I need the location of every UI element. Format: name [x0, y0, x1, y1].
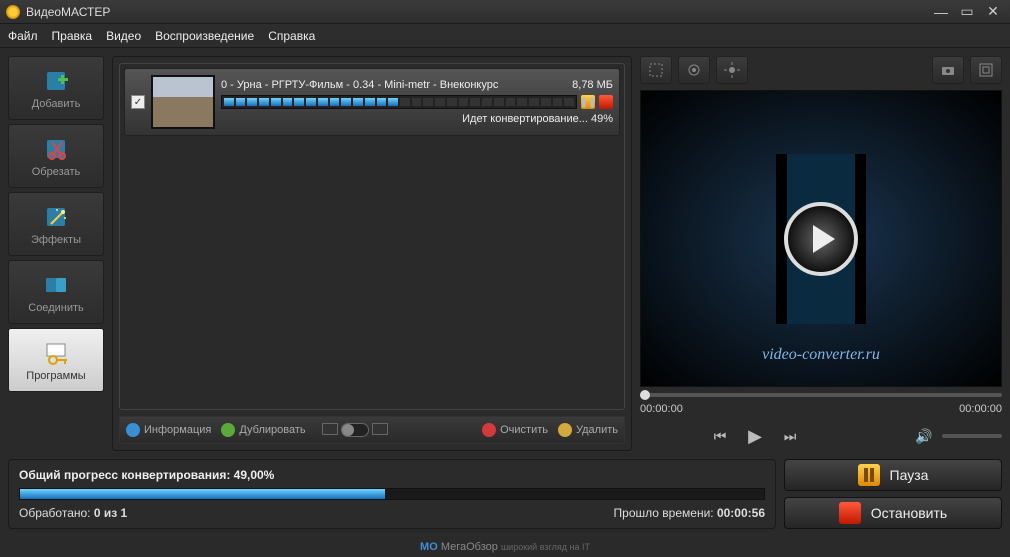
- preview-toolbar: [640, 56, 1002, 84]
- bottom-area: Общий прогресс конвертирования: 49,00% О…: [0, 459, 1010, 537]
- list-toolbar: Информация Дублировать Очистить Удалить: [119, 416, 625, 444]
- volume-slider[interactable]: [942, 434, 1002, 438]
- settings-button[interactable]: [678, 56, 710, 84]
- menubar: Файл Правка Видео Воспроизведение Справк…: [0, 24, 1010, 48]
- footer-brand: МегаОбзор: [441, 541, 498, 553]
- item-status: Идет конвертирование... 49%: [221, 113, 613, 125]
- processed-text: Обработано: 0 из 1: [19, 506, 127, 520]
- snapshot-button[interactable]: [932, 56, 964, 84]
- stop-icon: [839, 502, 861, 524]
- menu-video[interactable]: Видео: [106, 29, 141, 43]
- volume-icon[interactable]: 🔊: [912, 424, 936, 448]
- seek-row: [640, 393, 1002, 397]
- play-circle-icon: [784, 202, 858, 276]
- filmstrip-icon: [776, 154, 866, 324]
- add-icon: [42, 67, 70, 95]
- item-thumbnail: [151, 75, 215, 129]
- elapsed-text: Прошло времени: 00:00:56: [614, 506, 765, 520]
- item-progress-bar: [221, 95, 577, 109]
- sidebar-effects[interactable]: Эффекты: [8, 192, 104, 256]
- footer-brand-prefix: MO: [420, 541, 438, 553]
- overall-progress-bar: [19, 488, 765, 500]
- stop-button[interactable]: Остановить: [784, 497, 1002, 529]
- fullscreen-button[interactable]: [970, 56, 1002, 84]
- delete-icon: [558, 423, 572, 437]
- sidebar-programs-label: Программы: [26, 370, 85, 382]
- play-button[interactable]: ▶: [740, 421, 770, 451]
- brightness-button[interactable]: [716, 56, 748, 84]
- sidebar-join[interactable]: Соединить: [8, 260, 104, 324]
- watermark-text: video-converter.ru: [762, 346, 880, 364]
- file-list: ✓ 0 - Урна - РГРТУ-Фильм - 0.34 - Mini-m…: [119, 63, 625, 410]
- pause-icon: [858, 464, 880, 486]
- center-panel: ✓ 0 - Урна - РГРТУ-Фильм - 0.34 - Mini-m…: [112, 56, 632, 451]
- wand-icon: [42, 203, 70, 231]
- sidebar: Добавить Обрезать Эффекты Соединить Прог…: [8, 56, 104, 451]
- item-pause-button[interactable]: ❚❚: [581, 95, 595, 109]
- app-title: ВидеоМАСТЕР: [26, 5, 926, 19]
- view-grid-icon: [372, 423, 388, 435]
- item-checkbox[interactable]: ✓: [131, 95, 145, 109]
- list-item[interactable]: ✓ 0 - Урна - РГРТУ-Фильм - 0.34 - Mini-m…: [124, 68, 620, 136]
- preview-area[interactable]: video-converter.ru: [640, 90, 1002, 387]
- time-total: 00:00:00: [959, 403, 1002, 415]
- app-logo-icon: [6, 5, 20, 19]
- sidebar-join-label: Соединить: [28, 302, 84, 314]
- crop-button[interactable]: [640, 56, 672, 84]
- sidebar-add[interactable]: Добавить: [8, 56, 104, 120]
- sidebar-add-label: Добавить: [32, 98, 81, 110]
- footer: MO МегаОбзор широкий взгляд на IT: [0, 537, 1010, 557]
- item-top-row: 0 - Урна - РГРТУ-Фильм - 0.34 - Mini-met…: [221, 79, 613, 91]
- scissors-icon: [42, 135, 70, 163]
- clear-icon: [482, 423, 496, 437]
- join-icon: [42, 271, 70, 299]
- sidebar-programs[interactable]: Программы: [8, 328, 104, 392]
- item-filesize: 8,78 МБ: [572, 79, 613, 91]
- sidebar-effects-label: Эффекты: [31, 234, 81, 246]
- minimize-button[interactable]: —: [930, 4, 952, 20]
- next-button[interactable]: ⏭: [778, 424, 802, 448]
- player-controls: ⏮ ▶ ⏭ 🔊: [640, 421, 1002, 451]
- sidebar-cut-label: Обрезать: [32, 166, 81, 178]
- duplicate-button[interactable]: Дублировать: [221, 423, 305, 437]
- view-switch[interactable]: [341, 423, 369, 437]
- view-toggle[interactable]: [322, 423, 388, 437]
- clear-button[interactable]: Очистить: [482, 423, 548, 437]
- seek-bar[interactable]: [640, 393, 1002, 397]
- time-row: 00:00:00 00:00:00: [640, 403, 1002, 415]
- pause-button[interactable]: Пауза: [784, 459, 1002, 491]
- info-icon: [126, 423, 140, 437]
- delete-button[interactable]: Удалить: [558, 423, 618, 437]
- item-progress-row: ❚❚: [221, 95, 613, 109]
- key-icon: [42, 339, 70, 367]
- info-button[interactable]: Информация: [126, 423, 211, 437]
- menu-help[interactable]: Справка: [268, 29, 315, 43]
- progress-stats: Обработано: 0 из 1 Прошло времени: 00:00…: [19, 506, 765, 520]
- prev-button[interactable]: ⏮: [708, 424, 732, 448]
- progress-label: Общий прогресс конвертирования: 49,00%: [19, 468, 765, 482]
- item-filename: 0 - Урна - РГРТУ-Фильм - 0.34 - Mini-met…: [221, 79, 498, 91]
- menu-edit[interactable]: Правка: [52, 29, 93, 43]
- action-buttons: Пауза Остановить: [784, 459, 1002, 529]
- menu-playback[interactable]: Воспроизведение: [155, 29, 254, 43]
- footer-tagline: широкий взгляд на IT: [501, 542, 590, 552]
- view-list-icon: [322, 423, 338, 435]
- time-current: 00:00:00: [640, 403, 683, 415]
- sidebar-cut[interactable]: Обрезать: [8, 124, 104, 188]
- right-panel: video-converter.ru 00:00:00 00:00:00 ⏮ ▶…: [640, 56, 1002, 451]
- menu-file[interactable]: Файл: [8, 29, 38, 43]
- maximize-button[interactable]: ▭: [956, 4, 978, 20]
- main-area: Добавить Обрезать Эффекты Соединить Прог…: [0, 48, 1010, 459]
- titlebar: ВидеоМАСТЕР — ▭ ✕: [0, 0, 1010, 24]
- item-stop-button[interactable]: [599, 95, 613, 109]
- volume-group: 🔊: [912, 424, 1002, 448]
- item-info: 0 - Урна - РГРТУ-Фильм - 0.34 - Mini-met…: [221, 79, 613, 125]
- close-button[interactable]: ✕: [982, 4, 1004, 20]
- duplicate-icon: [221, 423, 235, 437]
- progress-panel: Общий прогресс конвертирования: 49,00% О…: [8, 459, 776, 529]
